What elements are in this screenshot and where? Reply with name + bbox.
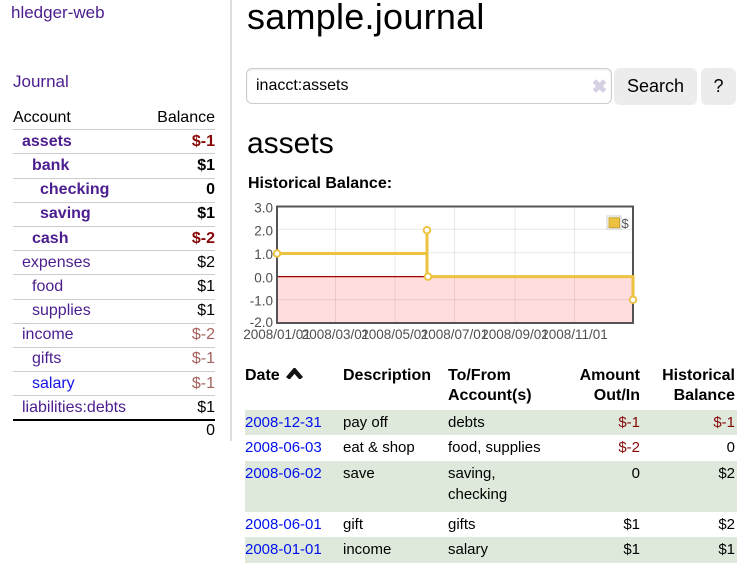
svg-text:2008/09/01: 2008/09/01	[481, 327, 549, 342]
svg-text:2008/05/01: 2008/05/01	[361, 327, 429, 342]
svg-text:1.0: 1.0	[254, 247, 273, 262]
svg-text:2008/03/01: 2008/03/01	[302, 327, 370, 342]
svg-text:3.0: 3.0	[254, 201, 273, 216]
svg-text:2.0: 2.0	[254, 224, 273, 239]
svg-text:2008/01/01: 2008/01/01	[243, 327, 311, 342]
svg-text:-1.0: -1.0	[250, 294, 273, 309]
svg-text:2008/11/01: 2008/11/01	[541, 327, 608, 342]
svg-text:$: $	[622, 216, 630, 231]
svg-text:2008/07/01: 2008/07/01	[421, 327, 489, 342]
svg-text:0.0: 0.0	[254, 271, 273, 286]
